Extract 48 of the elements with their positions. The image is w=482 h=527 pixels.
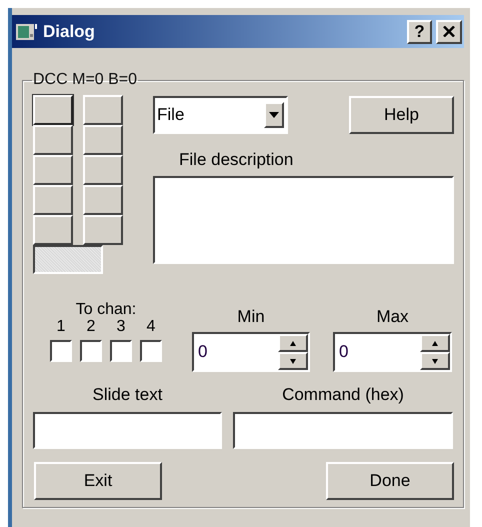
grid-button[interactable]	[33, 185, 73, 215]
channel-checkbox[interactable]	[80, 340, 102, 362]
spin-up-button[interactable]	[420, 334, 450, 352]
description-field[interactable]	[153, 176, 454, 264]
grid-button[interactable]	[83, 215, 123, 245]
channel-checkbox[interactable]	[110, 340, 132, 362]
done-button[interactable]: Done	[326, 462, 454, 500]
help-button[interactable]: Help	[349, 96, 454, 134]
channel-number: 1	[56, 318, 66, 337]
grid-button[interactable]	[33, 155, 73, 185]
field-label: Command (hex)	[281, 385, 405, 406]
mode-dropdown[interactable]: File	[153, 96, 288, 134]
spin-down-button[interactable]	[420, 352, 450, 370]
channel-number: 4	[146, 318, 156, 337]
close-icon[interactable]	[443, 26, 455, 37]
exit-button[interactable]: Exit	[34, 462, 162, 500]
field-label: Slide text	[92, 385, 164, 406]
grid-button[interactable]	[83, 125, 123, 155]
arrow-up-icon[interactable]	[432, 340, 438, 346]
channels-label: To chan:	[76, 301, 136, 318]
field-label: File description	[179, 150, 294, 171]
channel-number: 2	[86, 318, 96, 337]
channel-number: 3	[116, 318, 126, 337]
grid-button[interactable]	[83, 155, 123, 185]
arrow-down-icon[interactable]	[432, 358, 438, 364]
arrow-down-icon[interactable]	[290, 358, 296, 364]
grid-button[interactable]	[33, 215, 73, 245]
spin-up-button[interactable]	[278, 334, 308, 352]
hatched-panel	[33, 245, 103, 274]
spinbox-label: Max	[375, 307, 410, 328]
grid-button[interactable]	[33, 95, 73, 125]
grid-button[interactable]	[83, 95, 123, 125]
slide-text-field[interactable]	[33, 412, 222, 449]
help-button[interactable]: ?	[407, 20, 432, 44]
spinbox-label: Min	[236, 307, 266, 328]
window-icon	[16, 22, 38, 40]
max-spinbox[interactable]: 0	[333, 332, 452, 372]
grid-button[interactable]	[33, 125, 73, 155]
channel-checkbox[interactable]	[50, 340, 72, 362]
group-title: DCC M=0 B=0	[32, 70, 138, 90]
grid-button[interactable]	[83, 185, 123, 215]
close-button[interactable]	[436, 20, 462, 44]
channel-checkbox[interactable]	[140, 340, 162, 362]
min-spinbox[interactable]: 0	[192, 332, 310, 372]
spin-down-button[interactable]	[278, 352, 308, 370]
arrow-up-icon[interactable]	[290, 340, 296, 346]
window-title: Dialog	[43, 20, 95, 43]
command-field[interactable]	[233, 412, 453, 449]
